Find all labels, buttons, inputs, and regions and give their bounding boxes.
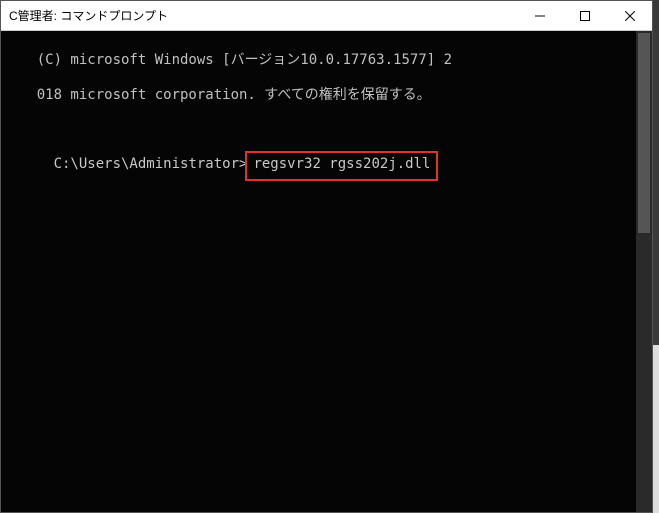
maximize-button[interactable] <box>562 1 607 30</box>
window-controls <box>517 1 652 30</box>
command-text: regsvr32 rgss202j.dll <box>253 156 430 172</box>
terminal-area[interactable]: (C) microsoft Windows [バージョン10.0.17763.1… <box>1 31 652 512</box>
command-prompt-window: C管理者: コマンドプロンプト (C) microsoft Windows [バ… <box>0 0 653 513</box>
close-icon <box>625 11 635 21</box>
command-highlight: regsvr32 rgss202j.dll <box>245 151 438 181</box>
terminal-scrollbar[interactable] <box>636 31 652 512</box>
outer-scrollbar <box>653 345 659 513</box>
titlebar[interactable]: C管理者: コマンドプロンプト <box>1 1 652 31</box>
minimize-icon <box>535 11 545 21</box>
copyright-line-2: 018 microsoft corporation. すべての権利を保留する。 <box>37 87 431 103</box>
prompt-line: C:\Users\Administrator> regsvr32 rgss202j… <box>3 134 650 199</box>
scrollbar-thumb[interactable] <box>638 33 650 233</box>
prompt-text: C:\Users\Administrator> <box>54 156 248 172</box>
copyright-line-1: (C) microsoft Windows [バージョン10.0.17763.1… <box>37 52 452 68</box>
window-title: C管理者: コマンドプロンプト <box>9 7 517 24</box>
close-button[interactable] <box>607 1 652 30</box>
maximize-icon <box>580 11 590 21</box>
minimize-button[interactable] <box>517 1 562 30</box>
